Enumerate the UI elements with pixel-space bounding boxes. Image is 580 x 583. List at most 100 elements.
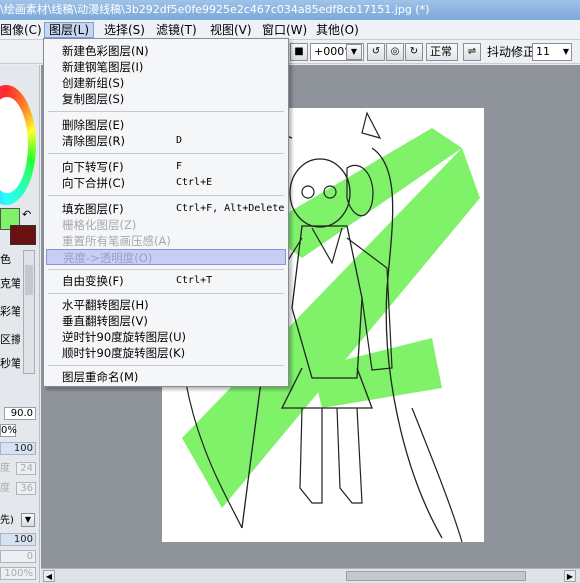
menu-item-label: 向下合拼(C) <box>62 176 126 190</box>
menu-item-label: 自由变换(F) <box>62 274 124 288</box>
menu-layer[interactable]: 图层(L) <box>44 22 95 38</box>
menu-item-shortcut: Ctrl+E <box>176 177 213 188</box>
rotate-right-icon: ↻ <box>409 46 419 57</box>
chevron-down-icon: ▼ <box>24 515 32 524</box>
menu-item-new-pen-layer[interactable]: 新建钢笔图层(I) <box>46 59 286 75</box>
rotation-value: +000° <box>314 45 350 58</box>
menu-item-shortcut: F <box>176 161 183 172</box>
menu-item-new-color-layer[interactable]: 新建色彩图层(N) <box>46 43 286 59</box>
menu-item-merge-down[interactable]: 向下合拼(C) Ctrl+E <box>46 175 286 191</box>
menu-separator <box>48 111 284 112</box>
menu-item-rotate-cw[interactable]: 顺时针90度旋转图层(K) <box>46 345 286 361</box>
menu-item-label: 图层重命名(M) <box>62 370 139 384</box>
menu-item-luminance-to-alpha[interactable]: 亮度->透明度(O) <box>46 249 286 265</box>
menu-separator <box>48 153 284 154</box>
menu-item-label: 删除图层(E) <box>62 118 125 132</box>
rotate-right-button[interactable]: ↻ <box>405 43 423 61</box>
rotation-dropdown-button[interactable]: ▼ <box>346 44 362 60</box>
brush-size-field[interactable]: 90.0 <box>4 407 36 420</box>
menu-item-fill-layer[interactable]: 填充图层(F) Ctrl+F, Alt+Delete <box>46 201 286 217</box>
menu-separator <box>48 365 284 366</box>
rotate-left-button[interactable]: ■ <box>290 43 308 61</box>
density-value: 100 <box>13 443 33 454</box>
menu-filter[interactable]: 滤镜(T) <box>152 22 201 38</box>
layer-menu-dropdown: 新建色彩图层(N) 新建钢笔图层(I) 创建新组(S) 复制图层(S) 删除图层… <box>43 38 289 387</box>
stabilizer-select[interactable]: 11 ▼ <box>532 43 572 61</box>
mode-dropdown-button[interactable]: ▼ <box>21 513 35 527</box>
secondary-color-swatch[interactable] <box>10 225 36 245</box>
tool-eraser[interactable]: 区擦 <box>0 331 20 349</box>
tool-scrollbar[interactable] <box>23 250 35 374</box>
menu-item-label: 水平翻转图层(H) <box>62 298 149 312</box>
menu-other[interactable]: 其他(O) <box>312 22 363 38</box>
menu-item-flip-horizontal[interactable]: 水平翻转图层(H) <box>46 297 286 313</box>
zoom-slider[interactable]: 100% <box>0 567 36 580</box>
tool-pencil[interactable]: 彩笔 <box>0 303 20 321</box>
menu-item-shortcut: Ctrl+F, Alt+Delete <box>176 203 285 214</box>
menu-separator <box>48 269 284 270</box>
menu-view[interactable]: 视图(V) <box>206 22 256 38</box>
menu-item-rename-layer[interactable]: 图层重命名(M) <box>46 369 286 385</box>
param-d-slider[interactable]: 0 <box>0 550 36 563</box>
menu-item-clear-layer[interactable]: 清除图层(R) D <box>46 133 286 149</box>
magnifier-icon: ◎ <box>390 46 400 57</box>
min-size-field[interactable]: 0% <box>0 424 17 437</box>
horizontal-scroll-thumb[interactable] <box>346 571 526 581</box>
param-a-value: 24 <box>20 463 33 474</box>
stabilizer-label: 抖动修正 <box>487 45 536 59</box>
flip-button[interactable]: ⇌ <box>463 43 481 61</box>
tool-brush[interactable]: 秒笔 <box>0 355 20 373</box>
menu-item-label: 顺时针90度旋转图层(K) <box>62 346 186 360</box>
left-eye <box>301 185 315 199</box>
menu-item-transfer-down[interactable]: 向下转写(F) F <box>46 159 286 175</box>
swap-colors-icon[interactable]: ↶ <box>22 208 31 221</box>
brush-size-value: 90.0 <box>10 408 33 419</box>
menu-item-new-group[interactable]: 创建新组(S) <box>46 75 286 91</box>
blend-mode-select[interactable]: 正常 <box>426 43 458 61</box>
zoom-reset-button[interactable]: ◎ <box>386 43 404 61</box>
param-b-value: 36 <box>20 483 33 494</box>
window-title: \绘画素材\线稿\动漫线稿\3b292df5e0fe9925e2c467c034… <box>0 3 430 16</box>
menu-item-label: 栅格化图层(Z) <box>62 218 137 232</box>
arrow-right-icon: ▶ <box>566 572 574 581</box>
param-b-slider[interactable]: 36 <box>16 482 36 495</box>
scroll-left-arrow[interactable]: ◀ <box>43 570 55 582</box>
menu-select[interactable]: 选择(S) <box>100 22 149 38</box>
title-bar: \绘画素材\线稿\动漫线稿\3b292df5e0fe9925e2c467c034… <box>0 0 580 20</box>
menu-item-label: 向下转写(F) <box>62 160 124 174</box>
menu-item-label: 复制图层(S) <box>62 92 125 106</box>
scroll-thumb[interactable] <box>25 265 33 295</box>
hair-ornament <box>361 111 382 139</box>
stabilizer-value: 11 <box>536 45 550 58</box>
opacity-slider[interactable]: 100 <box>0 533 36 546</box>
horizontal-scrollbar[interactable]: ◀ ▶ <box>41 568 580 583</box>
menu-window[interactable]: 窗口(W) <box>258 22 311 38</box>
menu-item-flip-vertical[interactable]: 垂直翻转图层(V) <box>46 313 286 329</box>
menu-item-duplicate-layer[interactable]: 复制图层(S) <box>46 91 286 107</box>
menu-item-label: 新建钢笔图层(I) <box>62 60 144 74</box>
menu-bar: 图像(C) 图层(L) 选择(S) 滤镜(T) 视图(V) 窗口(W) 其他(O… <box>0 20 580 40</box>
menu-image[interactable]: 图像(C) <box>0 22 46 38</box>
flip-icon: ⇌ <box>467 46 477 57</box>
menu-item-shortcut: Ctrl+T <box>176 275 213 286</box>
zoom-value: 100% <box>4 568 33 579</box>
left-tool-panel: ↶ 色 克笔 彩笔 区擦 秒笔 90.0 0% 100 度 24 度 36 先)… <box>0 65 40 583</box>
menu-item-label: 新建色彩图层(N) <box>62 44 149 58</box>
density-slider[interactable]: 100 <box>0 442 36 455</box>
menu-item-rotate-ccw[interactable]: 逆时针90度旋转图层(U) <box>46 329 286 345</box>
param-d-value: 0 <box>26 551 33 562</box>
menu-item-label: 垂直翻转图层(V) <box>62 314 148 328</box>
menu-item-free-transform[interactable]: 自由变换(F) Ctrl+T <box>46 273 286 289</box>
menu-item-label: 重置所有笔画压感(A) <box>62 234 171 248</box>
menu-item-label: 亮度->透明度(O) <box>63 251 153 265</box>
menu-item-delete-layer[interactable]: 删除图层(E) <box>46 117 286 133</box>
left-leg <box>299 407 323 504</box>
tool-color[interactable]: 色 <box>0 251 20 269</box>
menu-item-label: 创建新组(S) <box>62 76 125 90</box>
rotate-reset-button[interactable]: ↺ <box>367 43 385 61</box>
scroll-right-arrow[interactable]: ▶ <box>564 570 576 582</box>
opacity-value: 100 <box>13 534 33 545</box>
mode-label: 先) <box>0 515 14 526</box>
param-a-slider[interactable]: 24 <box>16 462 36 475</box>
tool-marker[interactable]: 克笔 <box>0 275 20 293</box>
